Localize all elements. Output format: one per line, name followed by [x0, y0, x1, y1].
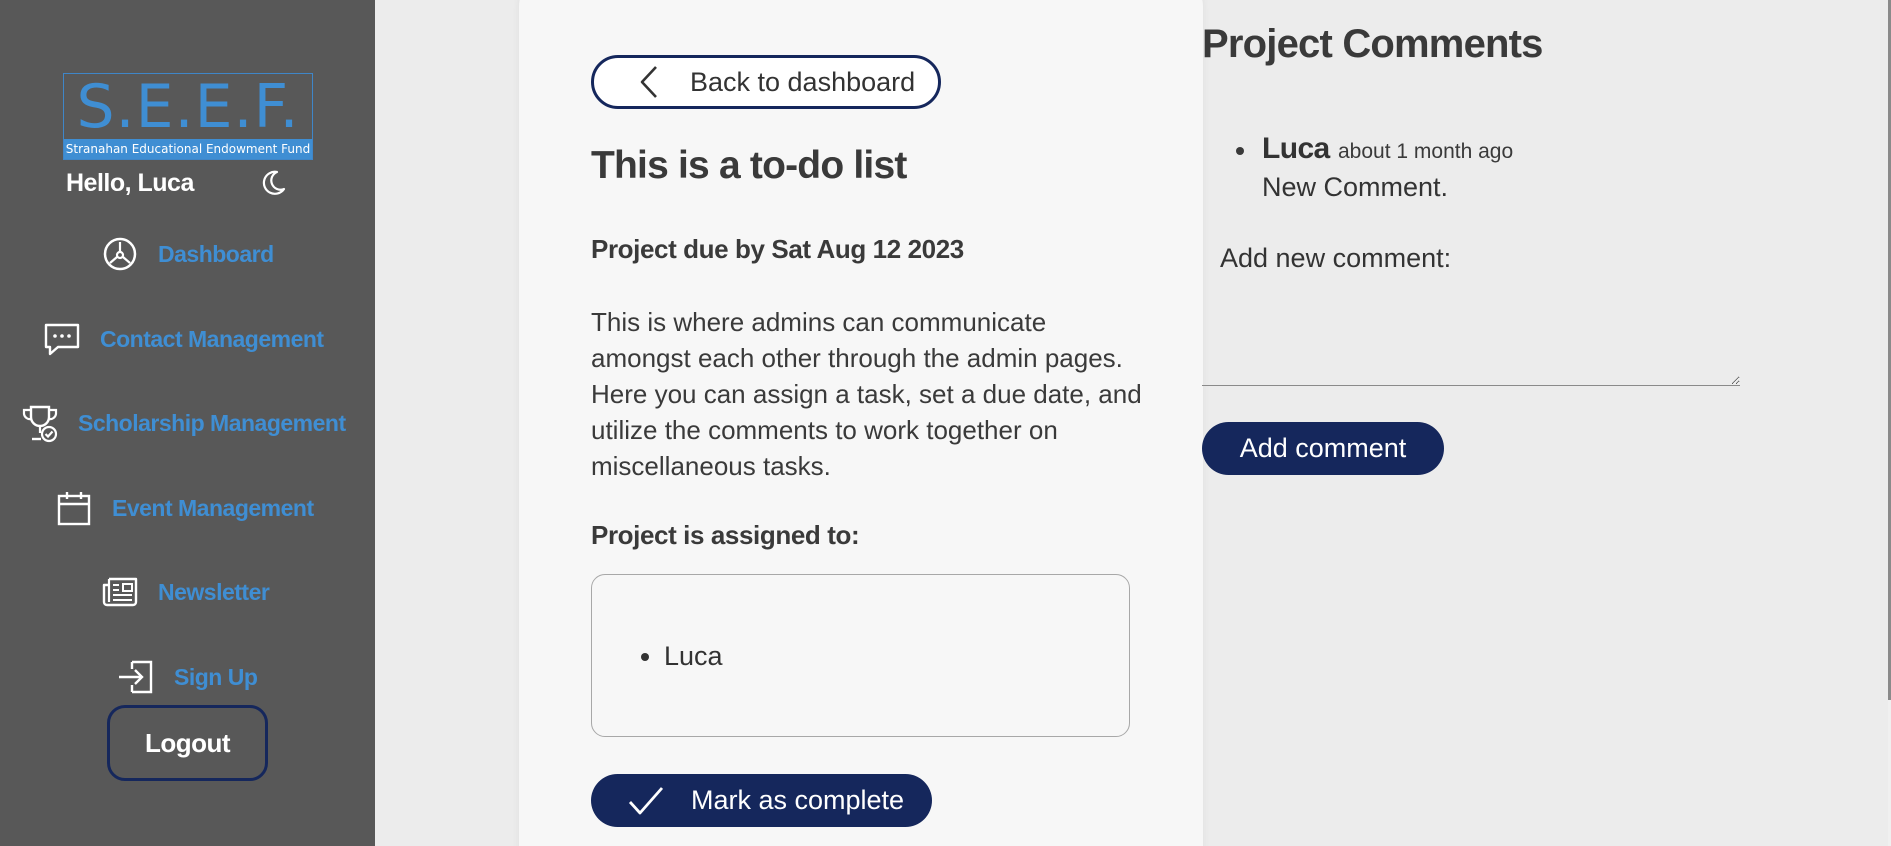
sidebar: S.E.E.F. Stranahan Educational Endowment… — [0, 0, 375, 846]
logout-button[interactable]: Logout — [107, 705, 268, 781]
mark-complete-label: Mark as complete — [691, 785, 905, 815]
sidebar-item-sign-up[interactable]: Sign Up — [116, 655, 258, 699]
calendar-icon — [54, 488, 94, 528]
assignee-item: Luca — [664, 641, 723, 672]
checkmark-icon — [627, 784, 665, 818]
newspaper-icon — [100, 572, 140, 612]
add-comment-button[interactable]: Add comment — [1202, 422, 1444, 475]
sidebar-item-event-management[interactable]: Event Management — [54, 486, 314, 530]
sidebar-item-label: Dashboard — [158, 240, 274, 267]
sidebar-item-label: Contact Management — [100, 325, 324, 352]
trophy-icon — [20, 403, 60, 443]
sign-in-icon — [116, 657, 156, 697]
sidebar-item-scholarship-management[interactable]: Scholarship Management — [20, 401, 346, 445]
comment-textarea[interactable] — [1202, 286, 1740, 386]
logo-subtitle: Stranahan Educational Endowment Fund — [64, 139, 312, 159]
comment-text: New Comment. — [1262, 172, 1449, 202]
back-to-dashboard-button[interactable]: Back to dashboard — [591, 55, 941, 109]
comment-timestamp: about 1 month ago — [1338, 140, 1514, 163]
dashboard-gauge-icon — [100, 234, 140, 274]
comment-author: Luca — [1262, 132, 1330, 165]
assignee-list-box: Luca — [591, 574, 1130, 737]
sidebar-item-label: Newsletter — [158, 578, 270, 605]
sidebar-item-label: Scholarship Management — [78, 409, 346, 436]
task-description: This is where admins can communicate amo… — [591, 307, 1142, 481]
chat-bubble-icon — [42, 319, 82, 359]
assigned-to-label: Project is assigned to: — [591, 520, 860, 550]
list-bullet — [1236, 147, 1244, 155]
mark-complete-button[interactable]: Mark as complete — [591, 774, 932, 827]
sidebar-item-label: Event Management — [112, 494, 314, 521]
user-greeting: Hello, Luca — [66, 169, 194, 197]
sidebar-item-contact-management[interactable]: Contact Management — [42, 317, 324, 361]
comments-title: Project Comments — [1202, 22, 1543, 66]
task-title: This is a to-do list — [591, 144, 907, 187]
logo-text: S.E.E.F. — [76, 72, 300, 142]
seef-logo[interactable]: S.E.E.F. Stranahan Educational Endowment… — [63, 73, 313, 160]
back-button-label: Back to dashboard — [690, 66, 916, 97]
add-comment-label: Add new comment: — [1220, 243, 1452, 273]
sidebar-item-dashboard[interactable]: Dashboard — [100, 232, 274, 276]
task-due-date: Project due by Sat Aug 12 2023 — [591, 234, 964, 264]
sidebar-item-label: Sign Up — [174, 663, 258, 690]
moon-icon[interactable] — [258, 168, 288, 198]
sidebar-item-newsletter[interactable]: Newsletter — [100, 570, 270, 614]
chevron-left-icon — [634, 63, 664, 101]
